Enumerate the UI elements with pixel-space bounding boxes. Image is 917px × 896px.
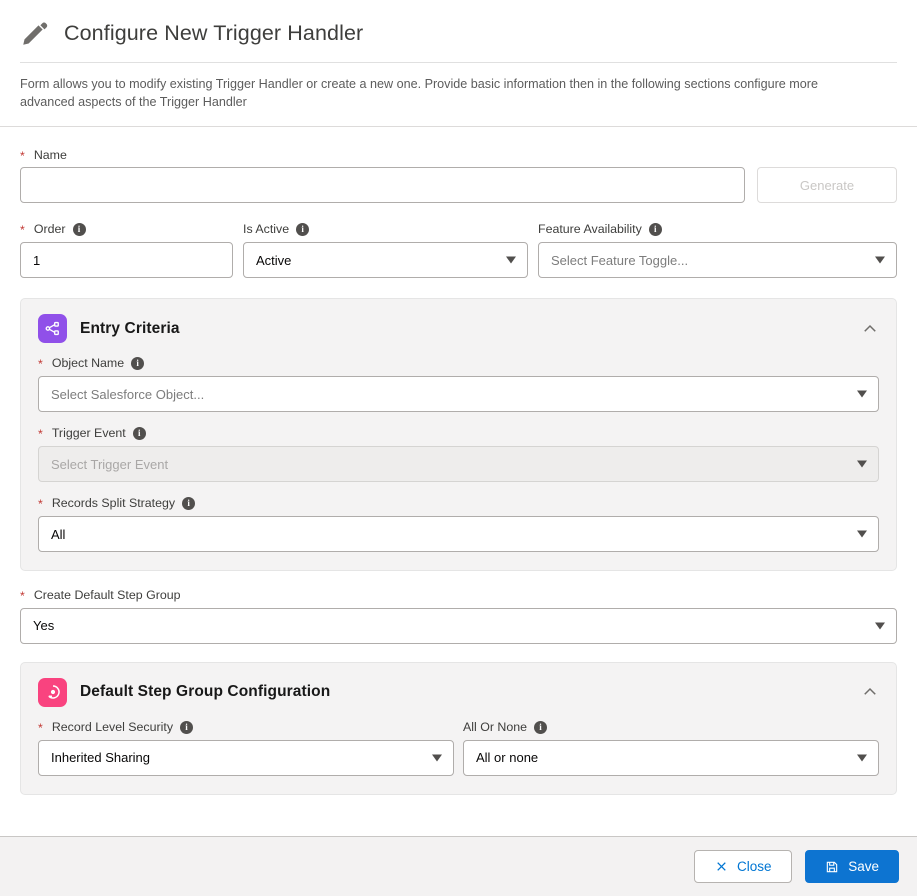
required-marker: * [38, 720, 43, 735]
footer-action-bar: Close Save [0, 836, 917, 896]
order-field-group: * Order i [20, 223, 233, 279]
order-input[interactable] [20, 242, 233, 279]
info-icon[interactable]: i [180, 720, 194, 734]
records-split-strategy-label: * Records Split Strategy i [38, 497, 879, 512]
required-marker: * [38, 427, 43, 442]
default-step-group-section: Default Step Group Configuration * Recor… [20, 661, 897, 795]
info-icon[interactable]: i [131, 357, 145, 371]
info-icon[interactable]: i [72, 223, 86, 237]
chevron-up-icon[interactable] [861, 320, 879, 338]
entry-criteria-title: Entry Criteria [80, 319, 180, 337]
page-header: Configure New Trigger Handler [0, 0, 917, 63]
trigger-event-field-group: * Trigger Event i Select Trigger Event [38, 427, 879, 483]
create-default-step-group-select[interactable]: Yes [20, 607, 897, 644]
save-button-label: Save [848, 859, 879, 874]
record-level-security-label: * Record Level Security i [38, 720, 454, 735]
info-icon[interactable]: i [132, 427, 146, 441]
records-split-strategy-field-group: * Records Split Strategy i All [38, 497, 879, 553]
record-level-security-select[interactable]: Inherited Sharing [38, 739, 454, 776]
name-field-group: * Name [20, 147, 745, 204]
records-split-strategy-select[interactable]: All [38, 516, 879, 553]
is-active-label: Is Active i [243, 223, 528, 237]
required-marker: * [20, 589, 25, 604]
pencil-icon [20, 18, 50, 48]
name-label: * Name [20, 147, 67, 163]
name-input[interactable] [20, 167, 745, 204]
info-icon[interactable]: i [534, 720, 548, 734]
page-description: Form allows you to modify existing Trigg… [20, 77, 818, 109]
object-name-select[interactable]: Select Salesforce Object... [38, 376, 879, 413]
page-title: Configure New Trigger Handler [64, 20, 364, 45]
floppy-disk-icon [825, 860, 839, 874]
default-step-group-header[interactable]: Default Step Group Configuration [38, 663, 879, 721]
object-name-label: * Object Name i [38, 357, 879, 372]
orbit-icon [38, 677, 67, 707]
save-button[interactable]: Save [805, 850, 899, 883]
feature-availability-field-group: Feature Availability i Select Feature To… [538, 223, 897, 279]
trigger-event-label: * Trigger Event i [38, 427, 879, 442]
chevron-up-icon[interactable] [861, 683, 879, 701]
entry-criteria-header[interactable]: Entry Criteria [38, 299, 879, 357]
all-or-none-select[interactable]: All or none [463, 739, 879, 776]
all-or-none-label: All Or None i [463, 720, 879, 734]
required-marker: * [38, 497, 43, 512]
network-nodes-icon [38, 314, 67, 344]
feature-availability-select[interactable]: Select Feature Toggle... [538, 242, 897, 279]
order-label: * Order i [20, 223, 233, 238]
step-group-fields-row: * Record Level Security i Inherited Shar… [38, 720, 879, 776]
required-marker: * [20, 148, 25, 163]
all-or-none-field-group: All Or None i All or none [463, 720, 879, 776]
record-level-security-field-group: * Record Level Security i Inherited Shar… [38, 720, 454, 776]
create-default-step-group-label: * Create Default Step Group [20, 588, 181, 604]
required-marker: * [20, 223, 25, 238]
trigger-event-select[interactable]: Select Trigger Event [38, 446, 879, 483]
create-default-step-group-field-group: * Create Default Step Group Yes [20, 588, 897, 644]
name-row: * Name Generate [20, 147, 897, 204]
header-row: Configure New Trigger Handler [20, 18, 897, 63]
entry-criteria-section: Entry Criteria * Object Name i Select Sa… [20, 298, 897, 572]
generate-button[interactable]: Generate [757, 167, 897, 204]
is-active-select[interactable]: Active [243, 242, 528, 279]
form-body: * Name Generate * Order i Is Active i Ac… [0, 127, 917, 833]
close-button[interactable]: Close [694, 850, 793, 883]
required-marker: * [38, 357, 43, 372]
default-step-group-title: Default Step Group Configuration [80, 683, 331, 701]
is-active-field-group: Is Active i Active [243, 223, 528, 279]
close-button-label: Close [736, 859, 772, 874]
info-icon[interactable]: i [648, 223, 662, 237]
order-active-feature-row: * Order i Is Active i Active Feature Ava… [20, 223, 897, 279]
object-name-field-group: * Object Name i Select Salesforce Object… [38, 357, 879, 413]
close-x-icon [715, 860, 728, 873]
info-icon[interactable]: i [296, 223, 310, 237]
info-icon[interactable]: i [182, 497, 196, 511]
feature-availability-label: Feature Availability i [538, 223, 897, 237]
